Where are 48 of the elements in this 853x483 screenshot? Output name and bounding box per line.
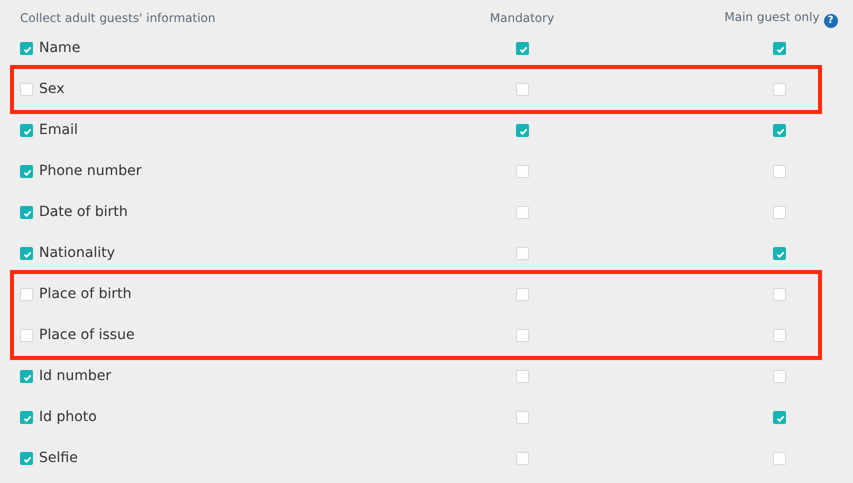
field-label: Id number [39,367,112,386]
field-label: Nationality [39,244,116,263]
checkbox[interactable] [773,329,786,342]
field-label: Phone number [39,162,142,181]
checkbox[interactable] [773,124,786,137]
checkbox[interactable] [20,329,33,342]
checkbox[interactable] [773,288,786,301]
checkbox[interactable] [516,329,528,342]
help-icon[interactable]: ? [824,14,838,28]
checkbox[interactable] [20,206,33,219]
column-header: Mandatory [490,10,554,27]
field-label: Selfie [39,449,78,468]
checkbox[interactable] [516,165,528,178]
checkbox[interactable] [516,247,528,260]
checkbox[interactable] [773,370,786,383]
checkbox[interactable] [773,206,786,219]
column-header: Main guest only [724,10,820,24]
checkbox[interactable] [516,288,528,301]
checkbox[interactable] [516,411,528,424]
checkbox[interactable] [20,452,33,465]
field-label: Email [39,121,78,140]
checkbox[interactable] [516,206,528,219]
field-label: Name [39,39,80,58]
checkbox[interactable] [773,411,786,424]
checkbox[interactable] [773,165,786,178]
checkbox[interactable] [773,83,786,96]
checkbox[interactable] [516,452,528,465]
checkbox[interactable] [516,83,528,96]
checkbox[interactable] [20,83,33,96]
checkbox[interactable] [20,124,33,137]
checkbox[interactable] [516,370,528,383]
checkbox[interactable] [20,42,33,55]
checkbox[interactable] [773,247,786,260]
checkbox[interactable] [20,370,33,383]
checkbox[interactable] [773,452,786,465]
checkbox[interactable] [20,411,33,424]
checkbox[interactable] [516,42,528,55]
field-label: Place of issue [39,326,135,345]
checkbox[interactable] [20,247,33,260]
checkbox[interactable] [516,124,528,137]
checkbox[interactable] [773,42,786,55]
checkbox[interactable] [20,165,33,178]
column-header: Collect adult guests' information [19,10,217,27]
field-label: Place of birth [39,285,132,304]
field-label: Sex [39,80,65,99]
field-label: Id photo [39,408,97,427]
checkbox[interactable] [20,288,33,301]
field-label: Date of birth [39,203,128,222]
